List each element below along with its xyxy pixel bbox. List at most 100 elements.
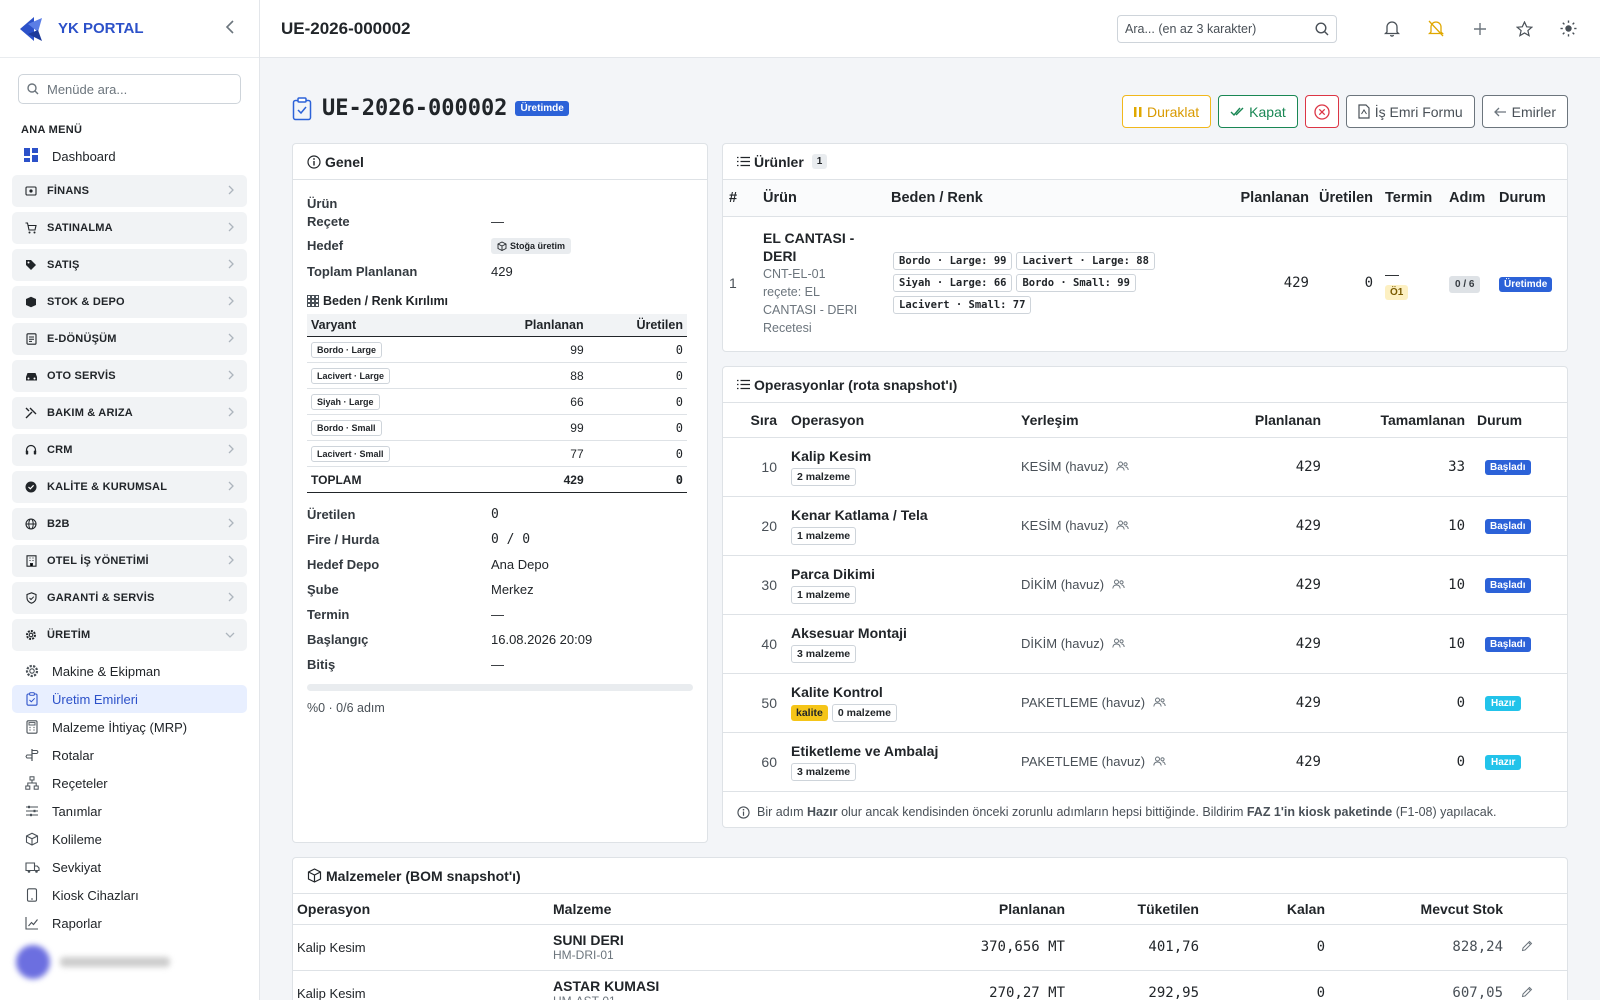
sidebar-group-otel-i-ş-yöneti-mi[interactable]: OTEL İŞ YÖNETİMİ [12,545,247,577]
materials-card: Malzemeler (BOM snapshot'ı) Operasyon Ma… [292,857,1568,1000]
variant-cell: Lacivert · Large [307,362,466,389]
col-product: Ürün [757,180,885,217]
gear-icon [24,629,38,641]
edit-stock-button[interactable] [1507,970,1567,1000]
close-order-button[interactable]: Kapat [1218,95,1298,128]
pencil-icon [1521,986,1533,1000]
collapse-sidebar-button[interactable] [225,18,243,39]
sidebar-item-2[interactable]: Üretim Emirleri [12,685,247,713]
sidebar-item-6[interactable]: Tanımlar [12,797,247,825]
sidebar-item-9[interactable]: Kiosk Cihazları [12,881,247,909]
menu-search-input[interactable]: Menüde ara... [18,74,241,104]
sidebar-group-label: OTEL İŞ YÖNETİMİ [47,555,149,567]
sidebar-item-label: Malzeme İhtiyaç (MRP) [52,719,188,735]
note-part: (F1-08) yapılacak. [1392,805,1497,819]
sidebar-group-label: GARANTİ & SERVİS [47,592,155,604]
alerts-off-button[interactable] [1425,18,1447,40]
global-search-input[interactable]: Ara... (en az 3 karakter) [1117,14,1337,43]
target-value: Stoğa üretim [491,238,572,254]
sidebar-group-b2b[interactable]: B2B [12,508,247,540]
users-icon [1116,518,1130,533]
operation-row[interactable]: 40 Aksesuar Montaji 3 malzeme DİKİM (havuz)… [723,614,1567,674]
operation-chips: 3 malzeme [791,644,1009,663]
material-consumed: 292,95 [1069,970,1203,1000]
sidebar-item-7[interactable]: Kolileme [12,825,247,853]
favorites-button[interactable] [1513,18,1535,40]
sidebar-group-e-dönüşüm[interactable]: E-DÖNÜŞÜM [12,323,247,355]
sidebar-item-3[interactable]: Malzeme İhtiyaç (MRP) [12,713,247,741]
sidebar-item-dashboard[interactable]: Dashboard [0,142,259,170]
produced-label: Üretilen [307,507,356,522]
sidebar-item-10[interactable]: Raporlar [12,909,247,937]
sidebar-item-8[interactable]: Sevkiyat [12,853,247,881]
material-planned: 270,27 MT [799,970,1069,1000]
work-order-form-button[interactable]: İş Emri Formu [1345,95,1475,128]
chevron-right-icon [228,221,235,235]
sidebar-group-fi-nans[interactable]: FİNANS [12,175,247,207]
sidebar-group-garanti-servi-s[interactable]: GARANTİ & SERVİS [12,582,247,614]
user-profile[interactable] [16,945,170,979]
variant-planned: 66 [465,388,588,415]
sidebar-group-crm[interactable]: CRM [12,434,247,466]
sidebar-group-satinalma[interactable]: SATINALMA [12,212,247,244]
material-stock: 607,05 [1329,970,1507,1000]
cancel-order-button[interactable] [1304,95,1339,128]
breakdown-row: Bordo · Large 99 0 [307,336,687,363]
operation-row[interactable]: 60 Etiketleme ve Ambalaj 3 malzeme PAKETLEM… [723,732,1567,792]
sidebar-group-kali-te-kurumsal[interactable]: KALİTE & KURUMSAL [12,471,247,503]
brand: YK PORTAL [0,0,259,58]
sidebar-group-satiş[interactable]: SATIŞ [12,249,247,281]
product-name-line1: EL CANTASI - [763,230,855,247]
operation-name: Kalite Kontrol [791,683,883,700]
variant-produced: 0 [587,440,687,467]
product-row[interactable]: 1 EL CANTASI - DERI CNT-EL-01 reçete: EL C… [723,216,1567,350]
sidebar-item-5[interactable]: Reçeteler [12,769,247,797]
sidebar-item-1[interactable]: Makine & Ekipman [12,657,247,685]
pause-button[interactable]: Duraklat [1122,95,1212,128]
start-label: Başlangıç [307,632,369,647]
operation-status-cell: Hazır [1471,673,1567,733]
calculator-icon [24,720,40,734]
deadline-value: — [491,607,504,622]
chevron-right-icon [228,295,235,309]
operation-completed: 0 [1327,673,1471,733]
sidebar-group-üreti-m[interactable]: ÜRETİM [12,619,247,651]
chevron-right-icon [228,480,235,494]
operation-completed: 10 [1327,555,1471,615]
sidebar-group-label: CRM [47,444,73,456]
box-icon [24,296,38,308]
product-deadline: — [1385,266,1399,283]
edit-stock-button[interactable] [1507,924,1567,971]
col-edit [1507,894,1567,925]
users-icon [1153,695,1166,710]
col-operation: Operasyon [785,403,1015,438]
page-title: UE-2026-000002 [322,96,508,121]
variant-cell: Bordo · Small [307,414,466,441]
products-table: # Ürün Beden / Renk Planlanan Üretilen T… [723,180,1567,350]
product-recipe-line2: CANTASI - DERI [763,303,858,318]
notifications-button[interactable] [1381,18,1403,40]
sidebar-group-label: OTO SERVİS [47,370,116,382]
note-part: olur ancak kendisinden önceki zorunlu ad… [837,805,1247,819]
add-button[interactable] [1469,18,1491,40]
operation-row[interactable]: 30 Parca Dikimi 1 malzeme DİKİM (havuz) 429 1… [723,555,1567,615]
operation-name: Etiketleme ve Ambalaj [791,742,939,759]
sidebar-group-stok-depo[interactable]: STOK & DEPO [12,286,247,318]
operations-note: Bir adım Hazır olur ancak kendisinden ön… [737,805,1496,819]
location-label: DİKİM (havuz) [1021,577,1105,592]
sidebar-group-label: FİNANS [47,185,90,197]
sidebar-group-bakim-ariza[interactable]: BAKIM & ARIZA [12,397,247,429]
back-to-orders-button[interactable]: Emirler [1481,95,1568,128]
product-recipe: reçete: EL CANTASI - DERI Recetesi [763,283,879,337]
sidebar-item-4[interactable]: Rotalar [12,741,247,769]
sidebar-group-oto-servi-s[interactable]: OTO SERVİS [12,360,247,392]
operation-row[interactable]: 20 Kenar Katlama / Tela 1 malzeme KESİM (ha… [723,496,1567,556]
operation-row[interactable]: 10 Kalip Kesim 2 malzeme KESİM (havuz) 429 33… [723,437,1567,497]
operation-row[interactable]: 50 Kalite Kontrol kalite 0 malzeme PAKETLEME… [723,673,1567,733]
materials-table: Operasyon Malzeme Planlanan Tüketilen Ka… [293,894,1567,1000]
warehouse-row: Hedef Depo Ana Depo [307,557,687,572]
user-name [60,957,170,967]
variant-chip: Siyah · Large [311,393,380,410]
variant-produced: 0 [587,362,687,389]
theme-toggle-button[interactable] [1557,18,1579,40]
